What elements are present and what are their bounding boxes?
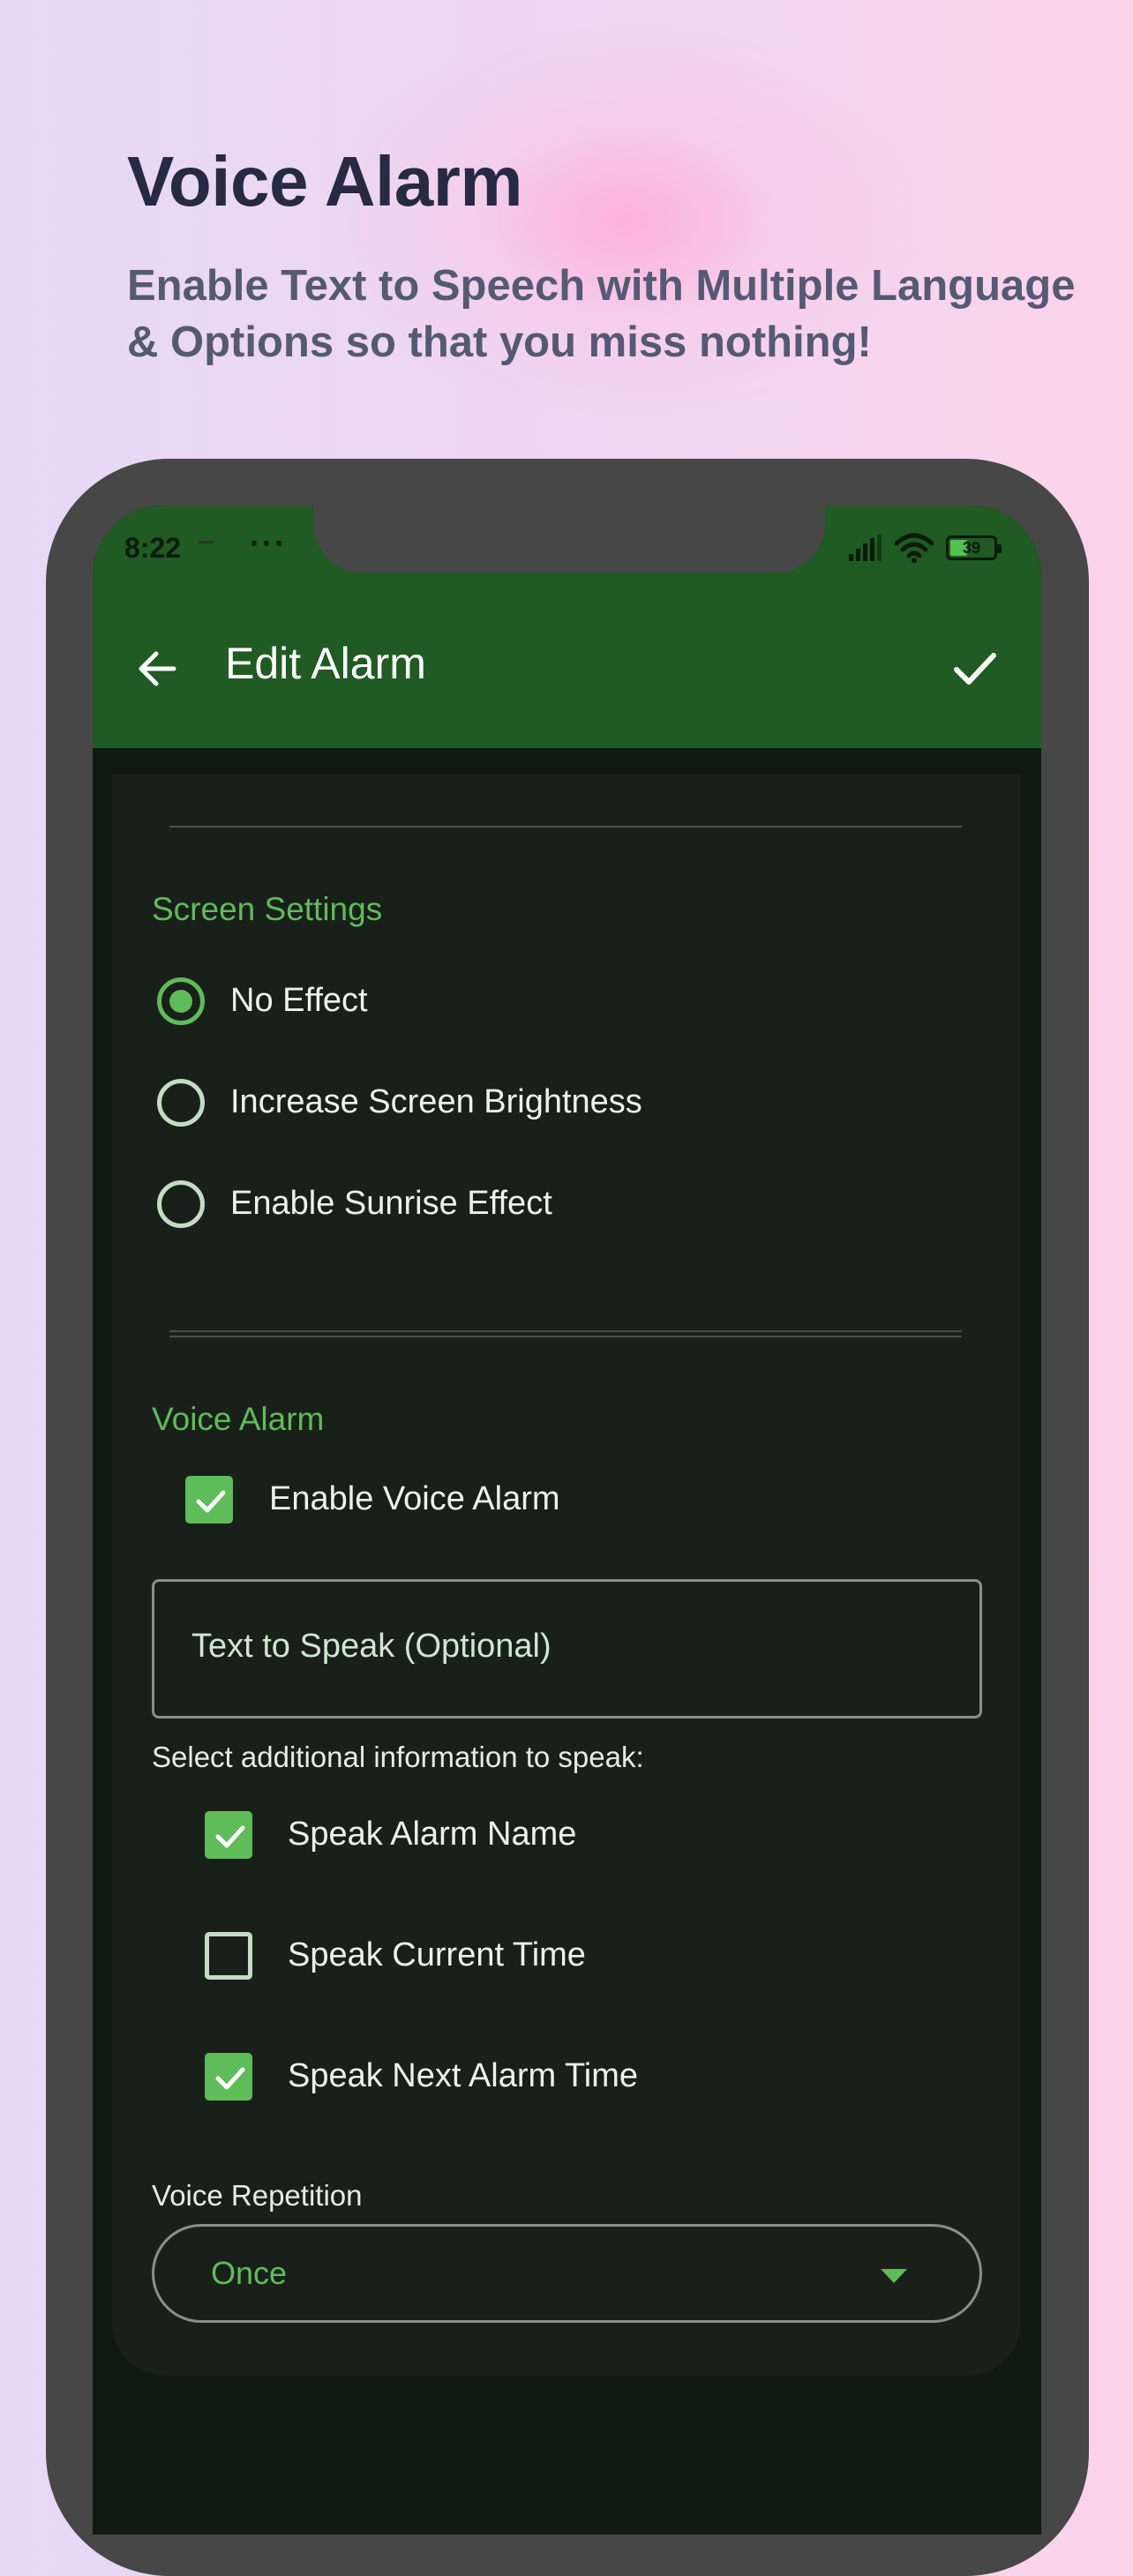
- checkbox[interactable]: [205, 1811, 252, 1859]
- promo-title: Voice Alarm: [127, 142, 523, 221]
- checkbox-label: Speak Alarm Name: [288, 1816, 577, 1853]
- wifi-icon: [895, 533, 934, 563]
- checkbox[interactable]: [185, 1476, 233, 1524]
- app-bar-title: Edit Alarm: [225, 639, 426, 688]
- check-icon: [215, 1825, 245, 1848]
- voice-alarm-title: Voice Alarm: [152, 1401, 325, 1437]
- checkbox[interactable]: [205, 2053, 252, 2100]
- screen-settings-title: Screen Settings: [152, 891, 383, 927]
- radio-button[interactable]: [157, 977, 205, 1025]
- option-label: Increase Screen Brightness: [230, 1083, 642, 1120]
- signal-icon: [849, 535, 882, 561]
- text-to-speak-input[interactable]: Text to Speak (Optional): [152, 1579, 982, 1719]
- top-divider: [169, 826, 962, 827]
- middle-divider: [169, 1336, 962, 1337]
- back-button[interactable]: [131, 642, 184, 695]
- check-icon: [954, 653, 996, 685]
- confirm-button[interactable]: [944, 638, 1006, 700]
- battery-level: 39: [962, 539, 981, 557]
- checkbox[interactable]: [205, 1932, 252, 1980]
- checkbox-label: Speak Next Alarm Time: [288, 2057, 639, 2094]
- checkbox-label: Enable Voice Alarm: [269, 1480, 560, 1517]
- check-icon: [215, 2067, 245, 2090]
- check-icon: [196, 1490, 226, 1513]
- status-time: 8:22: [124, 532, 182, 564]
- status-icons: 39: [847, 530, 1002, 565]
- caret-down-icon: [881, 2269, 907, 2283]
- status-overflow: ···: [250, 525, 287, 561]
- battery-icon: 39: [946, 535, 1002, 560]
- radio-button[interactable]: [157, 1079, 205, 1127]
- arrow-left-icon: [139, 651, 176, 686]
- phone-notch: [313, 505, 825, 573]
- voice-repetition-label: Voice Repetition: [152, 2179, 363, 2212]
- checkbox-label: Speak Current Time: [288, 1936, 586, 1973]
- input-placeholder: Text to Speak (Optional): [191, 1628, 551, 1665]
- card-content: Screen Settings No Effect Increase Scree…: [112, 775, 1021, 2376]
- radio-button[interactable]: [157, 1180, 205, 1228]
- status-dash: [199, 541, 214, 543]
- additional-info-label: Select additional information to speak:: [152, 1741, 644, 1773]
- promo-subtitle: Enable Text to Speech with Multiple Lang…: [127, 262, 1076, 366]
- option-label: No Effect: [230, 982, 368, 1019]
- voice-repetition-dropdown[interactable]: Once: [152, 2224, 982, 2323]
- option-label: Enable Sunrise Effect: [230, 1185, 552, 1222]
- dropdown-value: Once: [211, 2255, 288, 2291]
